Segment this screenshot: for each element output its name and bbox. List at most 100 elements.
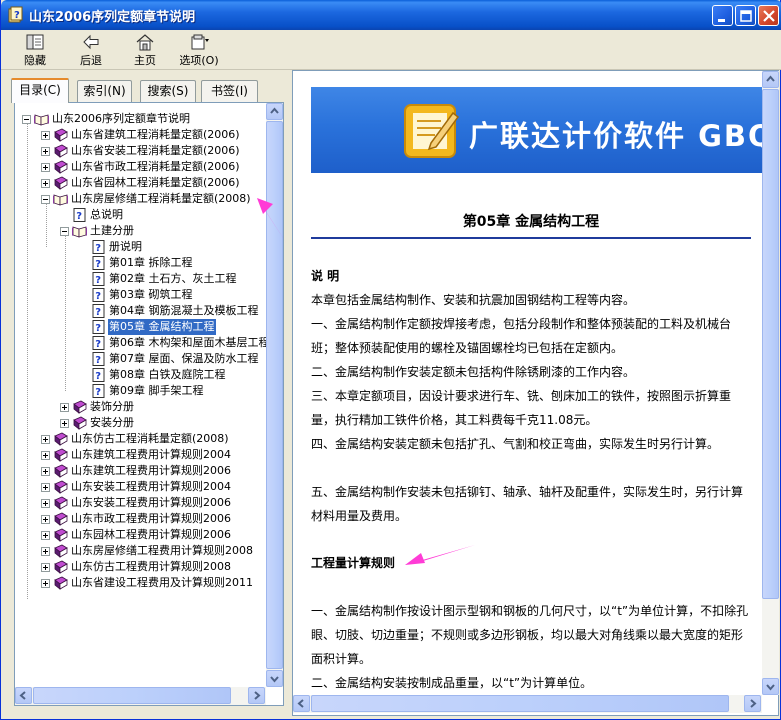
collapse-icon[interactable]	[60, 227, 69, 236]
content-scroll-thumb[interactable]	[762, 89, 779, 599]
maximize-button[interactable]	[735, 5, 756, 26]
content-scroll-up-button[interactable]	[762, 71, 779, 88]
expand-icon[interactable]	[41, 563, 50, 572]
tree-topic[interactable]: ? 册说明	[15, 239, 267, 255]
tree-item-label: 第07章 屋面、保温及防水工程	[109, 352, 259, 365]
home-button[interactable]: 主页	[127, 33, 163, 69]
tree-book[interactable]: 山东建筑工程费用计算规则2004	[15, 447, 267, 463]
expand-icon[interactable]	[41, 547, 50, 556]
title-rule	[311, 237, 751, 239]
tree-book[interactable]: 山东房屋修缮工程费用计算规则2008	[15, 543, 267, 559]
help-book-icon: ?	[8, 6, 23, 23]
closed-book-icon	[53, 512, 68, 526]
expand-icon[interactable]	[60, 419, 69, 428]
tree-book[interactable]: 山东仿古工程消耗量定额(2008)	[15, 431, 267, 447]
scroll-up-button[interactable]	[266, 103, 283, 120]
tree-book[interactable]: 山东安装工程费用计算规则2006	[15, 495, 267, 511]
closed-book-icon	[53, 528, 68, 542]
tree-item-label: 山东省市政工程消耗量定额(2006)	[71, 160, 240, 173]
expand-icon[interactable]	[41, 515, 50, 524]
tree-book[interactable]: 山东市政工程费用计算规则2006	[15, 511, 267, 527]
tree-item-label: 山东安装工程费用计算规则2004	[71, 480, 231, 493]
expand-icon[interactable]	[41, 451, 50, 460]
h-scroll-thumb[interactable]	[33, 687, 231, 704]
options-button[interactable]: 选项(O)	[175, 33, 223, 69]
tree-topic[interactable]: ? 第09章 脚手架工程	[15, 383, 267, 399]
tree-item-label: 第08章 白铁及庭院工程	[109, 368, 226, 381]
tree-book[interactable]: 山东省建筑工程消耗量定额(2006)	[15, 127, 267, 143]
tree-item-label: 山东省建筑工程消耗量定额(2006)	[71, 128, 240, 141]
content-h-scroll-thumb[interactable]	[311, 695, 729, 712]
tree-book[interactable]: 山东建筑工程费用计算规则2006	[15, 463, 267, 479]
collapse-icon[interactable]	[41, 195, 50, 204]
tree-book[interactable]: 山东省建设工程费用及计算规则2011	[15, 575, 267, 591]
tree-horizontal-scrollbar[interactable]	[15, 687, 266, 705]
hide-button[interactable]: 隐藏	[17, 33, 53, 69]
expand-icon[interactable]	[41, 499, 50, 508]
expand-icon[interactable]	[41, 163, 50, 172]
content-vertical-scrollbar[interactable]	[762, 71, 779, 695]
tree-book[interactable]: 山东仿古工程费用计算规则2008	[15, 559, 267, 575]
tree-book[interactable]: 山东省市政工程消耗量定额(2006)	[15, 159, 267, 175]
tree-topic[interactable]: ? 第02章 土石方、灰土工程	[15, 271, 267, 287]
expand-icon[interactable]	[41, 147, 50, 156]
tree-book-decoration[interactable]: 装饰分册	[15, 399, 267, 415]
closed-book-icon	[53, 576, 68, 590]
scroll-right-button[interactable]	[248, 687, 265, 704]
expand-icon[interactable]	[60, 403, 69, 412]
content-scroll-left-button[interactable]	[293, 695, 310, 712]
closed-book-icon	[53, 144, 68, 158]
tree-root[interactable]: 山东2006序列定额章节说明	[15, 111, 267, 127]
section-heading-description: 说 明	[311, 269, 340, 283]
svg-text:?: ?	[95, 275, 101, 286]
tree-vertical-scrollbar[interactable]	[266, 103, 283, 687]
expand-icon[interactable]	[41, 179, 50, 188]
tree-book[interactable]: 山东园林工程费用计算规则2006	[15, 527, 267, 543]
help-page-icon: ?	[91, 320, 106, 334]
help-page-icon: ?	[91, 240, 106, 254]
content-scroll-right-button[interactable]	[744, 695, 761, 712]
tree-topic[interactable]: ? 第05章 金属结构工程	[15, 319, 267, 335]
expand-icon[interactable]	[41, 467, 50, 476]
close-button[interactable]	[758, 5, 779, 26]
scroll-left-button[interactable]	[15, 687, 32, 704]
content-scroll-down-button[interactable]	[762, 678, 779, 695]
tab-contents[interactable]: 目录(C)	[11, 78, 69, 103]
tree-book[interactable]: 山东安装工程费用计算规则2004	[15, 479, 267, 495]
help-page-icon: ?	[91, 352, 106, 366]
back-button[interactable]: 后退	[73, 33, 109, 69]
tree-book[interactable]: 山东省园林工程消耗量定额(2006)	[15, 175, 267, 191]
tree-item-label: 山东建筑工程费用计算规则2006	[71, 464, 231, 477]
content-horizontal-scrollbar[interactable]	[293, 695, 762, 713]
tree-topic[interactable]: ? 第07章 屋面、保温及防水工程	[15, 351, 267, 367]
tree-book-open[interactable]: 山东房屋修缮工程消耗量定额(2008)	[15, 191, 267, 207]
tree-book-civil[interactable]: 土建分册	[15, 223, 267, 239]
tree-book[interactable]: 山东省安装工程消耗量定额(2006)	[15, 143, 267, 159]
tree-topic[interactable]: ? 第04章 钢筋混凝土及模板工程	[15, 303, 267, 319]
tab-bookmarks[interactable]: 书签(I)	[201, 80, 258, 102]
expand-icon[interactable]	[41, 131, 50, 140]
tree-topic[interactable]: ? 第08章 白铁及庭院工程	[15, 367, 267, 383]
expand-icon[interactable]	[41, 435, 50, 444]
tree-item-label: 装饰分册	[90, 400, 134, 413]
expand-icon[interactable]	[41, 483, 50, 492]
tab-index[interactable]: 索引(N)	[77, 80, 132, 102]
tree-topic[interactable]: ? 第01章 拆除工程	[15, 255, 267, 271]
tree-topic[interactable]: ? 第06章 木构架和屋面木基层工程	[15, 335, 267, 351]
annotation-arrow-left-pane	[257, 198, 287, 244]
hide-label: 隐藏	[24, 54, 46, 67]
svg-text:?: ?	[95, 243, 101, 254]
tab-search[interactable]: 搜索(S)	[140, 80, 196, 102]
collapse-icon[interactable]	[22, 115, 31, 124]
tree-topic[interactable]: ? 第03章 砌筑工程	[15, 287, 267, 303]
minimize-button[interactable]	[712, 5, 733, 26]
down-arrow-icon	[270, 676, 279, 683]
hide-pane-icon	[26, 34, 44, 50]
tree-item-label: 第09章 脚手架工程	[109, 384, 204, 397]
expand-icon[interactable]	[41, 579, 50, 588]
tree-book-installation[interactable]: 安装分册	[15, 415, 267, 431]
scroll-down-button[interactable]	[266, 670, 283, 687]
expand-icon[interactable]	[41, 531, 50, 540]
title-bar[interactable]: ? 山东2006序列定额章节说明	[1, 0, 781, 30]
tree-topic-general[interactable]: ? 总说明	[15, 207, 267, 223]
